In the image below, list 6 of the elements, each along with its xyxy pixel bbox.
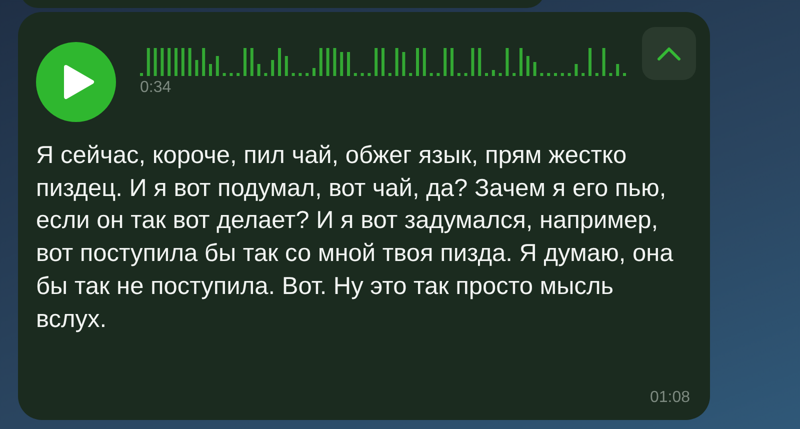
chevron-up-icon [657, 46, 681, 60]
transcription-toggle-button[interactable] [642, 27, 696, 80]
transcript-text: Я сейчас, короче, пил чай, обжег язык, прям жестко пиздец. И я вот подумал, вот чай, да? Зачем я его пью, если он так вот делает? И я вот задумался, например, вот поступила бы так со мной твоя пизда. Я думаю, она бы так не поступила. Вот. Ну это так просто мысль вслух. [36, 141, 674, 335]
message-time: 01:08 [650, 388, 690, 408]
play-icon [63, 64, 95, 100]
duration-text: 0:34 [140, 80, 172, 96]
